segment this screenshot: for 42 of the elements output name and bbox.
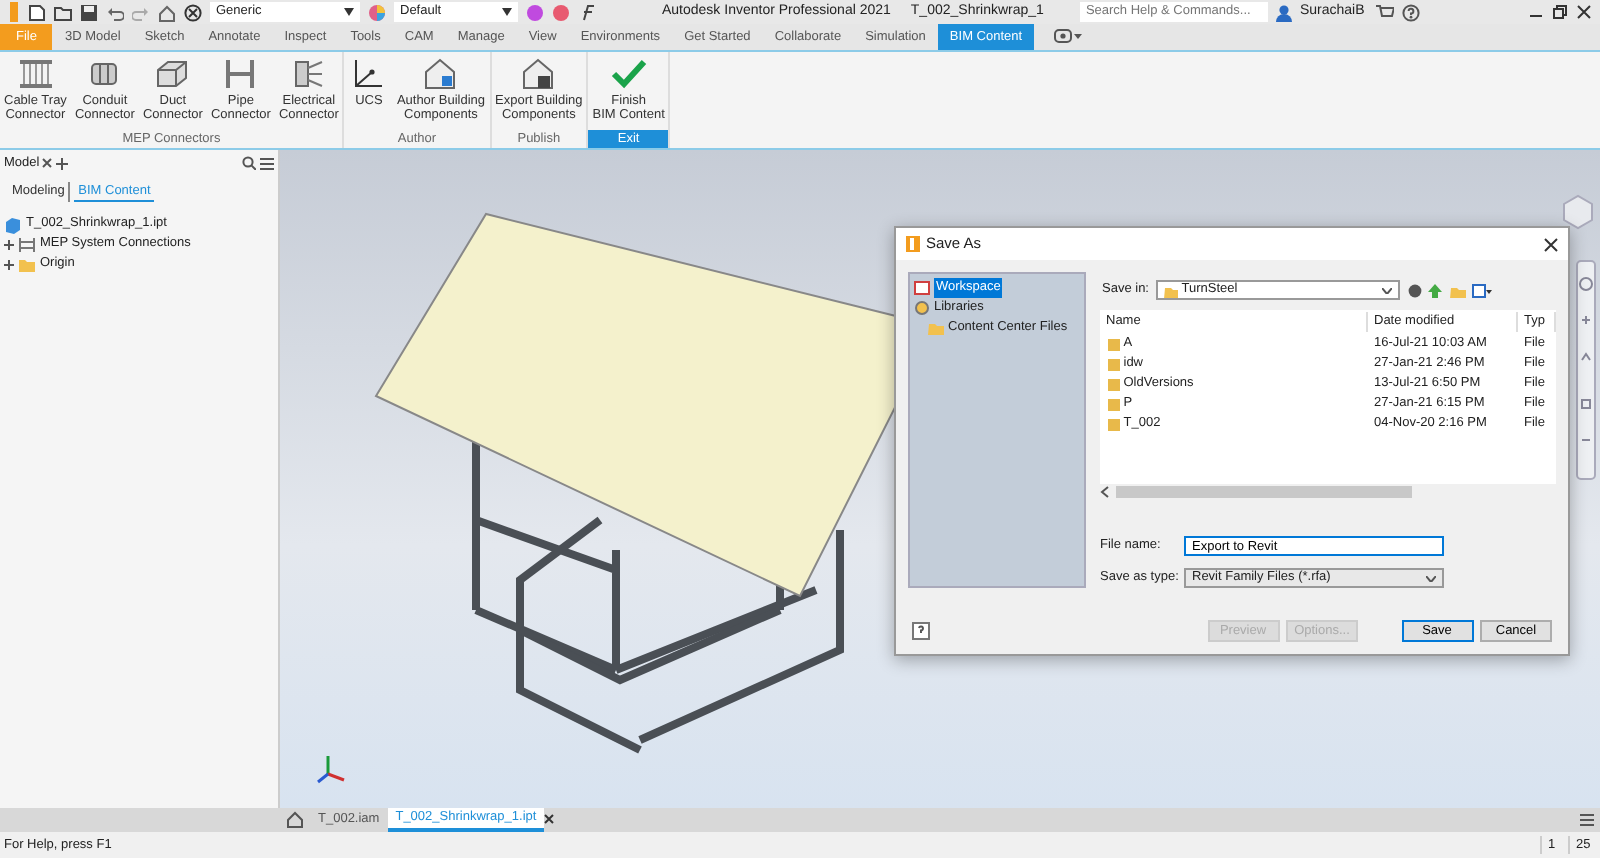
workspace-icon xyxy=(914,280,930,296)
view-menu-icon[interactable] xyxy=(1472,283,1492,297)
home-icon[interactable] xyxy=(158,3,176,21)
folder-icon xyxy=(928,320,944,336)
user-icon[interactable] xyxy=(1275,3,1292,21)
folder-icon xyxy=(18,255,36,273)
cancel-icon[interactable] xyxy=(184,3,202,21)
axis-triad-icon xyxy=(316,752,348,784)
restore-icon[interactable] xyxy=(1552,4,1568,20)
up-folder-icon[interactable] xyxy=(1428,283,1442,297)
scrollbar-thumb[interactable] xyxy=(1116,486,1412,498)
connections-icon xyxy=(18,235,36,253)
close-icon[interactable] xyxy=(1576,4,1592,20)
navigation-bar-drawing[interactable] xyxy=(1576,260,1596,480)
app-logo-icon xyxy=(906,236,920,252)
menu-icon[interactable] xyxy=(1580,814,1594,826)
function-icon[interactable] xyxy=(578,3,598,21)
caret-icon xyxy=(1382,287,1392,293)
panel-toggle-icon[interactable] xyxy=(1054,28,1083,44)
home-icon[interactable] xyxy=(286,810,304,828)
part-icon xyxy=(4,215,22,233)
undo-icon[interactable] xyxy=(106,3,124,21)
color-wheel-icon[interactable] xyxy=(368,3,386,21)
check-icon xyxy=(608,54,649,94)
menu-icon[interactable] xyxy=(260,157,274,169)
expand-icon[interactable] xyxy=(4,259,14,269)
caret-icon xyxy=(344,8,354,16)
caret-icon xyxy=(1426,575,1436,581)
close-icon[interactable] xyxy=(544,814,555,824)
folder-icon xyxy=(1164,283,1178,297)
scroll-left-icon[interactable] xyxy=(1100,486,1112,498)
close-icon[interactable] xyxy=(1544,237,1558,251)
search-icon[interactable] xyxy=(242,156,257,170)
help-icon[interactable] xyxy=(1401,3,1420,21)
caret-icon xyxy=(502,8,512,16)
cart-icon[interactable] xyxy=(1375,3,1394,21)
save-icon[interactable] xyxy=(80,3,98,21)
add-icon[interactable] xyxy=(56,157,69,169)
open-folder-icon[interactable] xyxy=(54,3,72,21)
help-icon[interactable] xyxy=(912,622,930,640)
close-icon[interactable] xyxy=(42,158,53,168)
expand-icon[interactable] xyxy=(4,239,14,249)
